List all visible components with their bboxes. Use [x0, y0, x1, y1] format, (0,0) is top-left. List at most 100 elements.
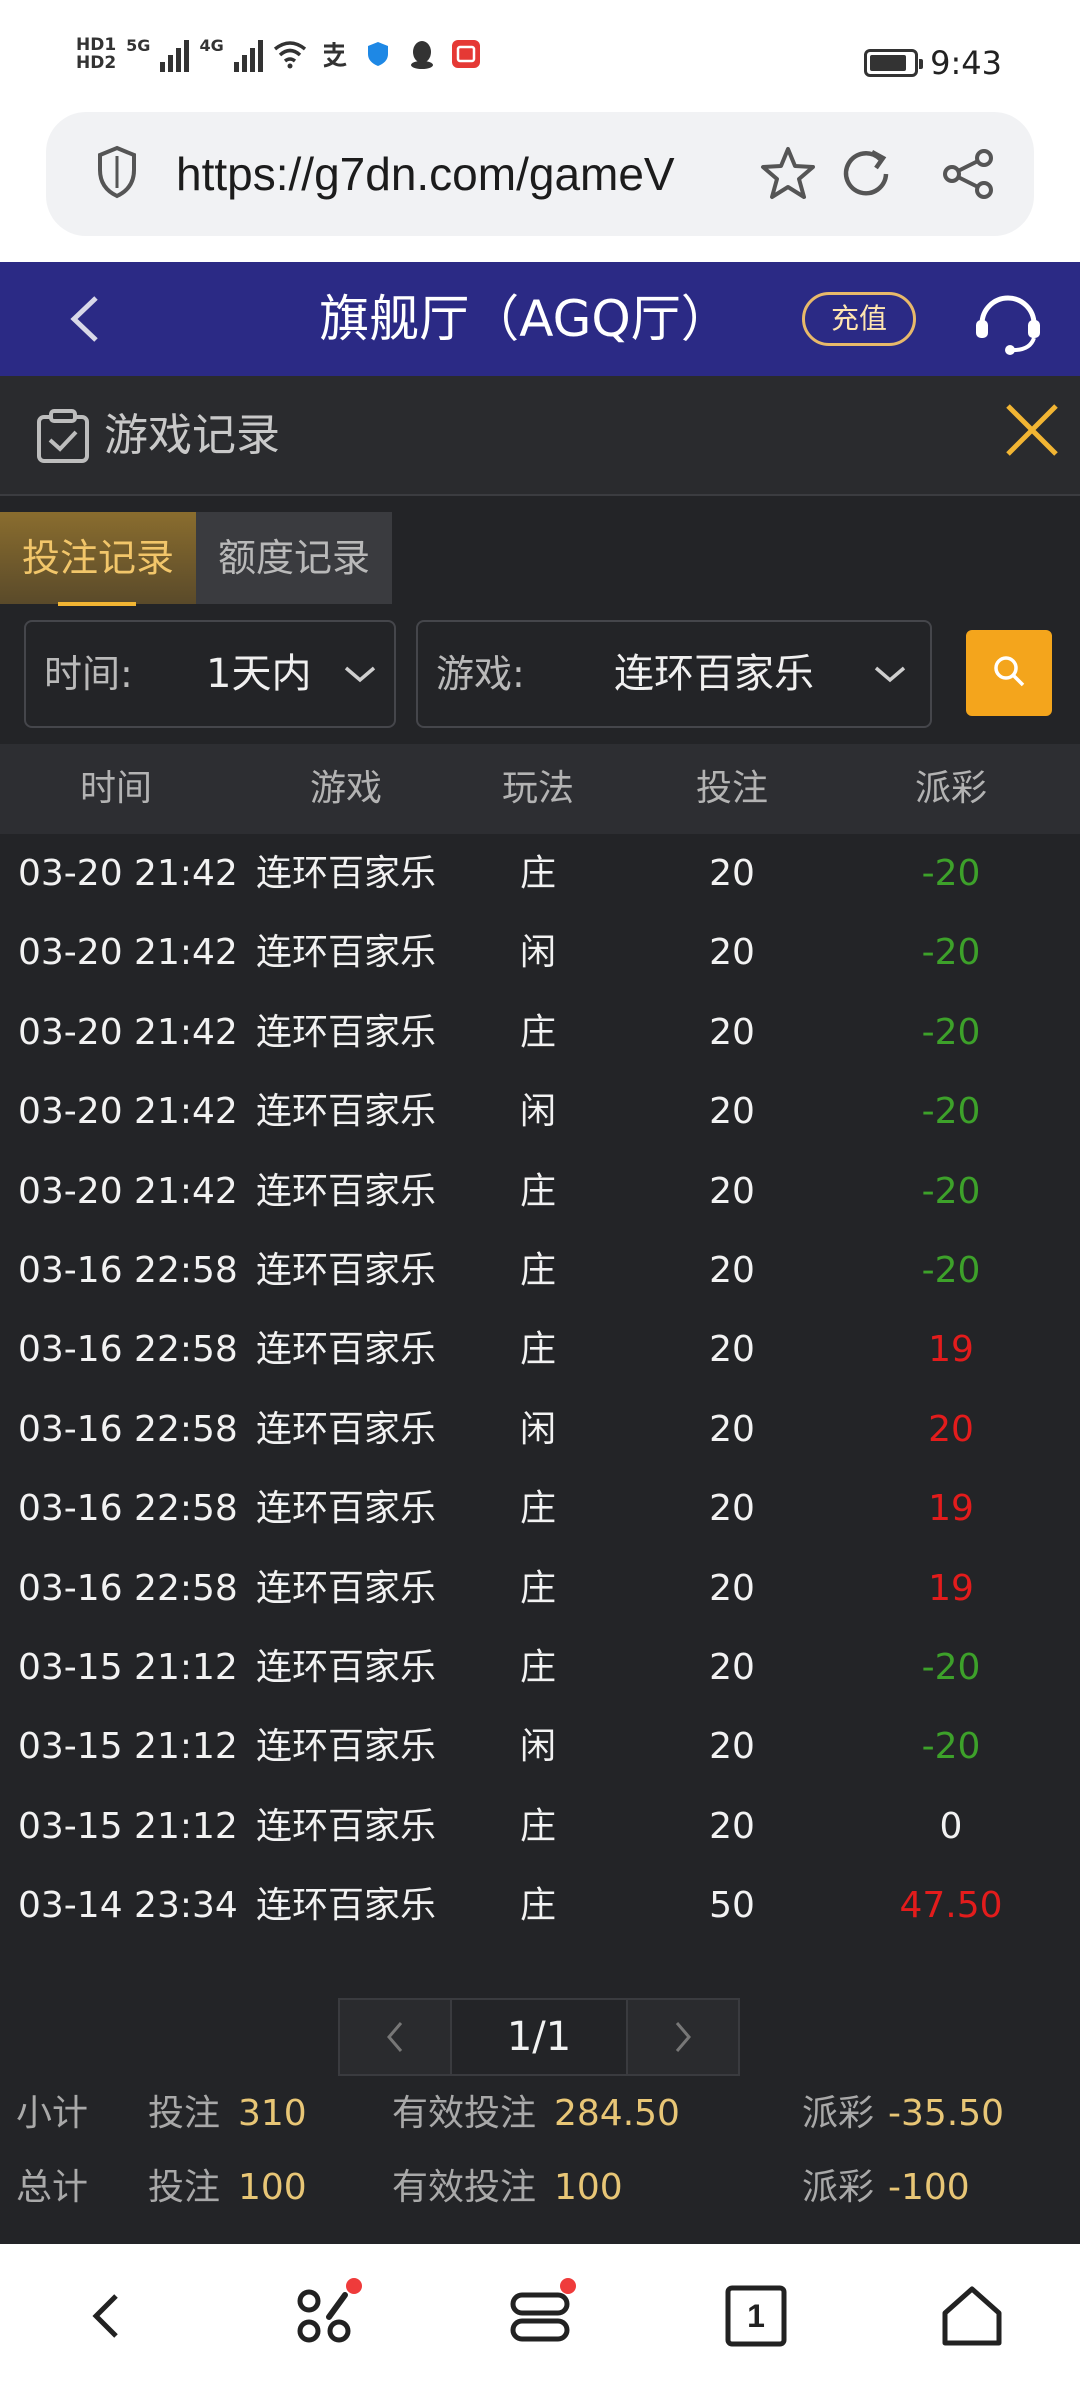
customer-service-icon[interactable] — [970, 284, 1046, 360]
next-page-button[interactable] — [626, 1998, 740, 2076]
panel-title: 游戏记录 — [104, 410, 280, 461]
nav-apps-icon[interactable] — [276, 2268, 372, 2364]
chevron-down-icon — [872, 662, 908, 690]
row-game: 连环百家乐 — [255, 1567, 436, 1609]
bookmark-star-icon[interactable] — [756, 142, 820, 206]
row-payout: 0 — [939, 1805, 963, 1847]
row-play: 闲 — [519, 932, 556, 974]
row-play: 庄 — [519, 1805, 556, 1847]
nav-back-icon[interactable] — [58, 2268, 154, 2364]
nav-home-icon[interactable] — [924, 2268, 1020, 2364]
row-play: 闲 — [519, 1408, 556, 1450]
wifi-icon — [273, 37, 307, 71]
total-payout-value: -100 — [888, 2167, 970, 2208]
row-play: 庄 — [519, 1488, 556, 1530]
row-time: 03-15 21:12 — [18, 1805, 238, 1847]
subtotal-bet-value: 310 — [238, 2093, 307, 2134]
battery-level — [870, 55, 906, 71]
row-play: 庄 — [519, 1329, 556, 1371]
nav-menu-icon[interactable] — [492, 2268, 588, 2364]
battery-icon — [864, 49, 924, 77]
total-payout-label: 派彩 — [802, 2167, 875, 2208]
row-play: 闲 — [519, 1726, 556, 1768]
security-shield-icon[interactable] — [94, 144, 140, 204]
row-time: 03-15 21:12 — [18, 1726, 238, 1768]
row-time: 03-14 23:34 — [18, 1885, 238, 1927]
records-panel: 游戏记录 投注记录 额度记录 时间: 1天内 游戏: 连环百家乐 时间 游戏 玩… — [0, 376, 1080, 2244]
table-row: 03-15 21:12 连环百家乐 庄 20 0 — [0, 1787, 1080, 1866]
row-game: 连环百家乐 — [255, 1805, 436, 1847]
shield-app-icon — [361, 37, 395, 71]
close-icon[interactable] — [1000, 398, 1064, 462]
game-filter-label: 游戏: — [436, 652, 525, 696]
row-time: 03-20 21:42 — [18, 1011, 238, 1053]
clipboard-check-icon — [34, 408, 92, 470]
signal-icon — [160, 36, 190, 72]
recharge-button[interactable]: 充值 — [802, 292, 916, 346]
row-game: 连环百家乐 — [255, 1011, 436, 1053]
notification-dot — [346, 2278, 362, 2294]
col-play: 玩法 — [501, 768, 574, 809]
row-bet: 20 — [709, 1249, 755, 1291]
row-play: 庄 — [519, 1011, 556, 1053]
browser-bottom-nav: 1 — [0, 2244, 1080, 2388]
row-game: 连环百家乐 — [255, 1170, 436, 1212]
col-time: 时间 — [79, 768, 152, 809]
row-play: 庄 — [519, 853, 556, 894]
total-bet-label: 投注 — [148, 2167, 221, 2208]
game-filter-select[interactable]: 游戏: 连环百家乐 — [416, 620, 932, 728]
table-row: 03-15 21:12 连环百家乐 庄 20 -20 — [0, 1628, 1080, 1707]
reload-icon[interactable] — [834, 142, 898, 206]
browser-url-bar[interactable]: https://g7dn.com/gameV — [46, 112, 1034, 236]
page-title: 旗舰厅（AGQ厅） — [319, 290, 731, 348]
row-time: 03-15 21:12 — [18, 1646, 238, 1688]
total-valid-label: 有效投注 — [392, 2167, 537, 2208]
search-button[interactable] — [966, 630, 1052, 716]
nav-tabs-icon[interactable]: 1 — [708, 2268, 804, 2364]
table-row: 03-20 21:42 连环百家乐 庄 20 -20 — [0, 993, 1080, 1072]
signal-icon-2 — [233, 36, 263, 72]
row-payout: 19 — [928, 1488, 974, 1530]
share-icon[interactable] — [936, 142, 1000, 206]
row-game: 连环百家乐 — [255, 1726, 436, 1768]
status-right: 9:43 — [864, 44, 1002, 82]
records-list: 03-20 21:42 连环百家乐庄 20 -20 03-20 21:42 连环百家乐闲 2… — [0, 834, 1080, 1945]
url-text[interactable]: https://g7dn.com/gameV — [176, 112, 736, 236]
row-bet: 50 — [709, 1885, 755, 1927]
total-bet-value: 100 — [238, 2167, 307, 2208]
row-bet: 20 — [709, 1488, 755, 1530]
row-time: 03-16 22:58 — [18, 1249, 238, 1291]
subtotal-valid-value: 284.50 — [554, 2093, 680, 2134]
panel-title-bar: 游戏记录 — [0, 376, 1080, 496]
row-time: 03-20 21:42 — [18, 853, 238, 894]
row-game: 连环百家乐 — [255, 1408, 436, 1450]
prev-page-button[interactable] — [338, 1998, 452, 2076]
total-row: 总计 投注 100 有效投注 100 派彩 -100 — [0, 2152, 1080, 2224]
row-play: 闲 — [519, 1091, 556, 1133]
row-game: 连环百家乐 — [255, 1646, 436, 1688]
row-game: 连环百家乐 — [255, 1091, 436, 1133]
row-bet: 20 — [709, 1408, 755, 1450]
subtotal-bet-label: 投注 — [148, 2093, 221, 2134]
time-filter-select[interactable]: 时间: 1天内 — [24, 620, 396, 728]
tab-bet-records[interactable]: 投注记录 — [0, 512, 196, 606]
total-valid-value: 100 — [554, 2167, 623, 2208]
network-5g-label: 5G — [126, 36, 151, 55]
tabs-count: 1 — [747, 2297, 765, 2334]
subtotal-payout-label: 派彩 — [802, 2093, 875, 2134]
table-row: 03-20 21:42 连环百家乐 庄 20 -20 — [0, 834, 1080, 913]
tab-credit-records[interactable]: 额度记录 — [196, 512, 392, 604]
table-row: 03-20 21:42 连环百家乐 庄 20 -20 — [0, 1152, 1080, 1231]
row-bet: 20 — [709, 1726, 755, 1768]
network-4g-label: 4G — [199, 36, 224, 55]
row-payout: -20 — [921, 1249, 981, 1291]
row-game: 连环百家乐 — [255, 853, 436, 894]
row-payout: -20 — [921, 853, 981, 894]
row-game: 连环百家乐 — [255, 1249, 436, 1291]
table-row: 03-16 22:58 连环百家乐 庄 20 -20 — [0, 1231, 1080, 1310]
row-bet: 20 — [709, 1805, 755, 1847]
pagination: 1/1 — [338, 1998, 740, 2076]
filter-row: 时间: 1天内 游戏: 连环百家乐 — [0, 620, 1080, 728]
row-bet: 20 — [709, 1011, 755, 1053]
row-time: 03-20 21:42 — [18, 1170, 238, 1212]
